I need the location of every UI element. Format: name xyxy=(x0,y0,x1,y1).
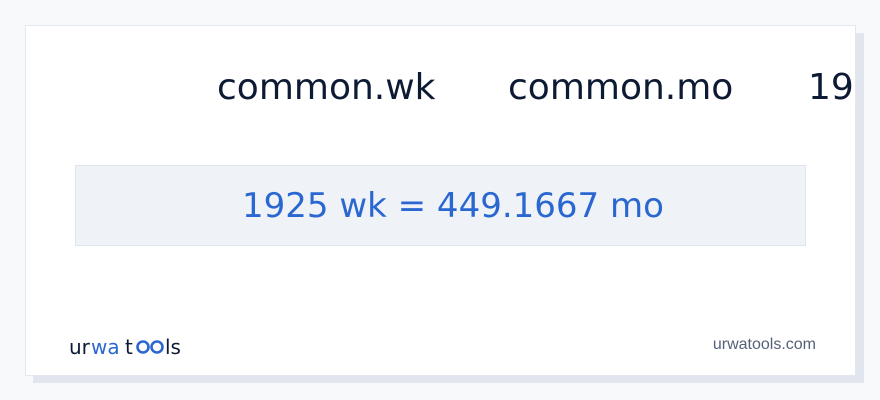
svg-text:wa: wa xyxy=(91,335,120,359)
svg-text:t: t xyxy=(125,335,133,359)
urwatools-logo-icon: ur wa t ls xyxy=(69,335,181,359)
result-box: 1925 wk = 449.1667 mo xyxy=(75,165,806,246)
to-unit-label: common.mo xyxy=(508,67,734,108)
from-unit-label: common.wk xyxy=(217,67,436,108)
svg-text:ur: ur xyxy=(69,335,91,359)
svg-text:ls: ls xyxy=(165,335,181,359)
urwatools-logo[interactable]: ur wa t ls xyxy=(69,334,189,360)
site-link[interactable]: urwatools.com xyxy=(713,335,816,355)
conversion-card: common.wk common.mo 1925 1925 wk = 449.1… xyxy=(25,25,856,376)
input-value-label: 1925 xyxy=(808,67,855,108)
conversion-result: 1925 wk = 449.1667 mo xyxy=(242,186,664,226)
